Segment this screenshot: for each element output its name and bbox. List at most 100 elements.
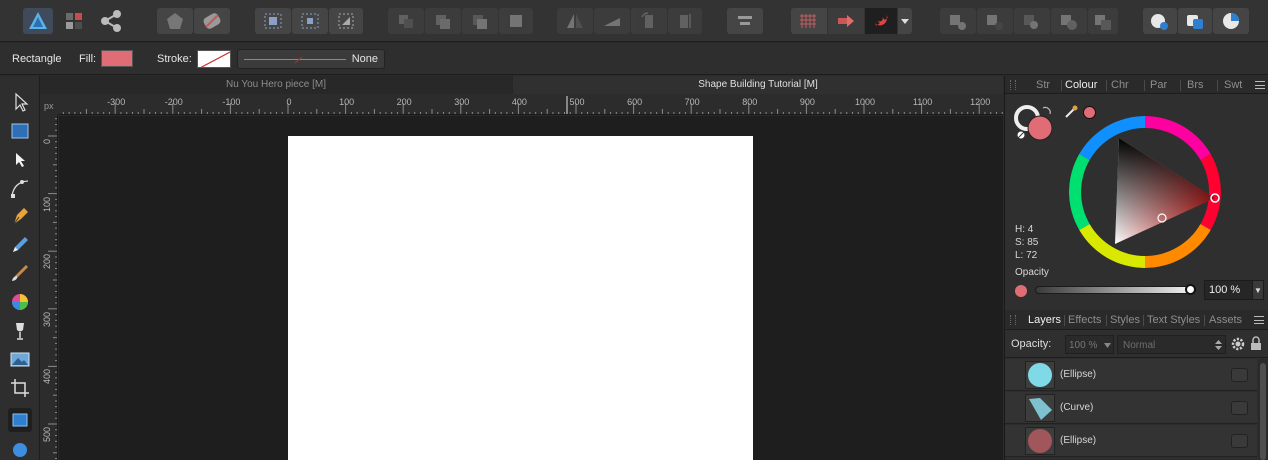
place-image-tool[interactable] bbox=[8, 347, 32, 371]
crop-tool[interactable] bbox=[8, 376, 32, 400]
tab-effects[interactable]: Effects bbox=[1068, 314, 1101, 326]
pen-tool[interactable] bbox=[8, 204, 32, 228]
stroke-swatch[interactable] bbox=[197, 50, 231, 68]
move-to-back-button[interactable] bbox=[388, 8, 424, 34]
colour-picker-button[interactable] bbox=[1213, 8, 1249, 34]
snap-to-pixel-button[interactable] bbox=[828, 8, 864, 34]
hsl-colour-wheel[interactable] bbox=[1069, 116, 1221, 268]
align-button[interactable] bbox=[727, 8, 763, 34]
layer-visibility-checkbox[interactable] bbox=[1231, 368, 1248, 382]
blend-mode-select[interactable]: Normal bbox=[1117, 335, 1226, 354]
pixel-persona-button[interactable] bbox=[60, 8, 88, 34]
artboard-tool[interactable] bbox=[8, 119, 32, 143]
opacity-value-field[interactable]: 100 % bbox=[1204, 280, 1256, 300]
add-geometry-button[interactable] bbox=[940, 8, 976, 34]
transform-origin-button[interactable] bbox=[255, 8, 291, 34]
opacity-dropdown-button[interactable]: ▼ bbox=[1252, 280, 1264, 300]
layer-visibility-checkbox[interactable] bbox=[1231, 434, 1248, 448]
layer-row[interactable]: (Ellipse) bbox=[1005, 425, 1257, 457]
xor-geometry-button[interactable] bbox=[1051, 8, 1087, 34]
panel-menu-icon[interactable] bbox=[1254, 316, 1264, 324]
lock-icon[interactable] bbox=[1250, 336, 1262, 351]
rotate-right-button[interactable] bbox=[668, 8, 702, 34]
main-toolbar bbox=[0, 0, 1268, 42]
move-forward-one-button[interactable] bbox=[462, 8, 498, 34]
move-back-one-button[interactable] bbox=[425, 8, 461, 34]
snapping-dropdown-button[interactable] bbox=[898, 8, 912, 34]
layer-row[interactable]: (Ellipse) bbox=[1005, 359, 1257, 391]
pencil-tool[interactable] bbox=[8, 233, 32, 257]
node-tool[interactable] bbox=[8, 147, 32, 171]
tab-swatches[interactable]: Swt bbox=[1224, 79, 1242, 91]
vertical-ruler[interactable]: 0 100 200 300 400 500 bbox=[40, 115, 58, 460]
tools-panel bbox=[0, 76, 40, 460]
layer-opacity-field[interactable]: 100 % bbox=[1065, 335, 1114, 354]
ruler-unit-label: px bbox=[44, 101, 54, 111]
tab-paragraph[interactable]: Par bbox=[1150, 79, 1167, 91]
tab-text-styles[interactable]: Text Styles bbox=[1147, 314, 1200, 326]
document-tab-nu-you-hero[interactable]: Nu You Hero piece [M] bbox=[40, 76, 512, 94]
tab-brushes[interactable]: Brs bbox=[1187, 79, 1204, 91]
intersect-geometry-button[interactable] bbox=[1014, 8, 1050, 34]
transparency-tool[interactable] bbox=[8, 319, 32, 343]
flip-vertical-button[interactable] bbox=[594, 8, 630, 34]
opacity-slider-handle[interactable] bbox=[1185, 284, 1196, 295]
layers-scroll-track[interactable] bbox=[1258, 359, 1268, 460]
move-to-front-button[interactable] bbox=[499, 8, 533, 34]
flip-horizontal-button[interactable] bbox=[557, 8, 593, 34]
gear-icon[interactable] bbox=[1231, 337, 1245, 351]
export-persona-button[interactable] bbox=[96, 8, 126, 34]
vertical-ruler-ticks bbox=[48, 118, 57, 460]
layers-scroll-thumb[interactable] bbox=[1260, 363, 1266, 460]
ruler-corner[interactable]: px bbox=[40, 94, 58, 115]
preferences-button[interactable] bbox=[1178, 8, 1212, 34]
ruler-label: 800 bbox=[742, 97, 758, 107]
rotate-box-button[interactable] bbox=[329, 8, 363, 34]
horizontal-ruler[interactable]: -300 -200 -100 0 100 200 300 400 500 600 700 800 900… bbox=[58, 94, 1003, 115]
tab-colour[interactable]: Colour bbox=[1065, 79, 1097, 91]
stroke-width-slider[interactable]: None bbox=[237, 49, 385, 69]
chevron-updown-icon bbox=[1215, 340, 1222, 350]
document-tab-shape-building[interactable]: Shape Building Tutorial [M] bbox=[513, 76, 1003, 94]
toggle-ui-button[interactable] bbox=[157, 8, 193, 34]
rotate-left-button[interactable] bbox=[631, 8, 667, 34]
grid-button[interactable] bbox=[791, 8, 827, 34]
node-arrow-icon bbox=[16, 153, 25, 167]
bounding-box-button[interactable] bbox=[292, 8, 328, 34]
tab-layers[interactable]: Layers bbox=[1028, 314, 1061, 326]
artboard[interactable] bbox=[288, 136, 753, 460]
chevron-down-icon bbox=[901, 19, 909, 24]
fill-tool[interactable] bbox=[8, 290, 32, 314]
ellipse-tool[interactable] bbox=[8, 438, 32, 460]
designer-persona-button[interactable] bbox=[23, 8, 53, 34]
grid-icon bbox=[800, 14, 816, 28]
canvas[interactable] bbox=[59, 116, 1003, 460]
panel-menu-icon[interactable] bbox=[1255, 81, 1265, 89]
assistant-button[interactable] bbox=[1143, 8, 1177, 34]
colour-opacity-label: Opacity bbox=[1015, 267, 1049, 278]
tab-styles[interactable]: Styles bbox=[1110, 314, 1140, 326]
pie-chart-icon bbox=[1223, 13, 1239, 29]
point-transform-tool[interactable] bbox=[8, 176, 32, 200]
tab-assets[interactable]: Assets bbox=[1209, 314, 1242, 326]
fill-stroke-selector[interactable] bbox=[1013, 104, 1057, 144]
opacity-slider[interactable] bbox=[1035, 286, 1195, 294]
boolean-xor-icon bbox=[1061, 15, 1077, 30]
panel-grip-icon[interactable] bbox=[1010, 80, 1016, 90]
subtract-geometry-button[interactable] bbox=[977, 8, 1013, 34]
snapping-button[interactable] bbox=[865, 8, 897, 34]
vector-brush-tool[interactable] bbox=[8, 261, 32, 285]
panel-grip-icon[interactable] bbox=[1010, 315, 1016, 325]
divide-geometry-button[interactable] bbox=[1088, 8, 1118, 34]
curve-node-icon bbox=[11, 180, 29, 198]
rectangle-tool[interactable] bbox=[8, 408, 32, 432]
layer-visibility-checkbox[interactable] bbox=[1231, 401, 1248, 415]
document-tab-bar: Nu You Hero piece [M] Shape Building Tut… bbox=[40, 76, 1003, 94]
tab-stroke[interactable]: Str bbox=[1036, 79, 1050, 91]
layer-row[interactable]: (Curve) bbox=[1005, 392, 1257, 424]
move-tool[interactable] bbox=[8, 90, 32, 114]
pen-nib-icon bbox=[13, 208, 28, 225]
tab-character[interactable]: Chr bbox=[1111, 79, 1129, 91]
fill-swatch[interactable] bbox=[101, 50, 133, 67]
snapping-options-button[interactable] bbox=[194, 8, 230, 34]
